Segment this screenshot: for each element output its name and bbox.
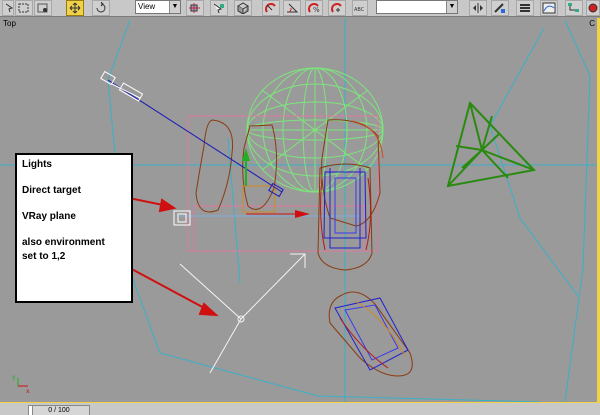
chevron-down-icon: ▼ [169, 1, 180, 13]
spotlight-cone [446, 101, 536, 188]
rectangle-select-icon[interactable] [15, 0, 33, 16]
schematic-view-icon[interactable] [565, 0, 583, 16]
legend-environment-line1: also environment [22, 237, 105, 248]
svg-text:y: y [12, 374, 16, 381]
camera-gizmo [179, 253, 306, 374]
angle-snap-icon[interactable] [283, 0, 301, 16]
gizmo-box [242, 185, 276, 213]
svg-text:x: x [26, 388, 30, 395]
move-tool-icon[interactable] [66, 0, 84, 16]
viewport-label[interactable]: Top [3, 19, 16, 28]
percent-snap-icon[interactable]: % [305, 0, 323, 16]
reference-coordinate-dropdown[interactable]: View ▼ [135, 0, 181, 14]
window-crossing-icon[interactable] [34, 0, 52, 16]
align-icon[interactable] [491, 0, 509, 16]
top-viewport[interactable]: Top C y x Lights Direct target VRay plan… [0, 18, 600, 402]
frame-slider[interactable]: 0 / 100 [28, 405, 90, 415]
rotate-tool-icon[interactable] [92, 0, 110, 16]
omni-light-sphere [246, 67, 384, 193]
svg-text:%: % [313, 6, 320, 14]
lower-object [328, 291, 413, 377]
snap-toggle-icon[interactable] [262, 0, 280, 16]
chevron-down-icon: ▼ [446, 1, 457, 13]
time-slider-bar: 0 / 100 [0, 402, 600, 415]
select-region-icon[interactable] [2, 0, 14, 16]
legend-vray-plane: VRay plane [22, 211, 76, 222]
frame-slider-thumb[interactable] [29, 406, 33, 415]
layer-manager-icon[interactable] [516, 0, 534, 16]
pivot-center-icon[interactable] [186, 0, 204, 16]
svg-text:ABC: ABC [354, 7, 365, 13]
legend-environment-line2: set to 1,2 [22, 251, 66, 262]
keyboard-shortcut-icon[interactable] [234, 0, 252, 16]
viewport-corner-label: C [589, 19, 595, 28]
lights-annotation: Lights Direct target VRay plane also env… [15, 153, 133, 303]
transform-gizmo [242, 148, 310, 218]
mirror-icon[interactable] [469, 0, 487, 16]
select-manipulate-icon[interactable] [210, 0, 228, 16]
reference-coordinate-value: View [138, 2, 156, 11]
material-editor-icon[interactable] [586, 0, 600, 16]
named-selection-field[interactable]: ▼ [376, 0, 458, 14]
edit-named-selection-icon[interactable]: ABC [352, 0, 368, 16]
frame-counter: 0 / 100 [48, 407, 70, 414]
legend-title: Lights [22, 159, 52, 170]
spinner-snap-icon[interactable] [328, 0, 346, 16]
main-toolbar: View ▼ % ABC ▼ [0, 0, 600, 17]
world-axis-icon: y x [12, 374, 30, 395]
curve-editor-icon[interactable] [540, 0, 558, 16]
legend-direct-target: Direct target [22, 185, 81, 196]
